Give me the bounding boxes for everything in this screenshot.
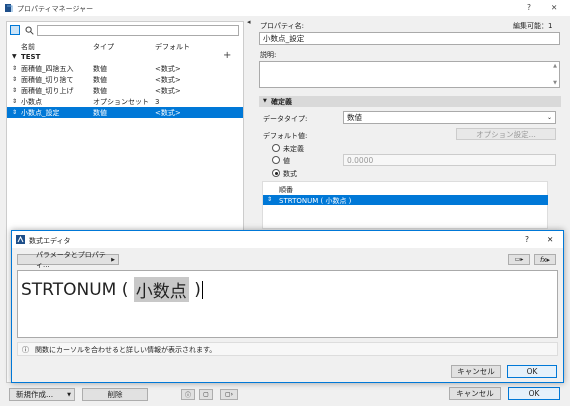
operator-button[interactable]: ▭▸ [508, 254, 530, 265]
app-icon [5, 4, 13, 12]
window-title: プロパティマネージャー [17, 5, 94, 13]
dialog-help-button[interactable]: ? [525, 235, 529, 244]
drag-handle-icon[interactable]: ⇕ [12, 98, 17, 105]
text-cursor [201, 280, 203, 299]
title-bar: プロパティマネージャー ? ✕ [0, 0, 570, 16]
help-button[interactable]: ? [527, 3, 531, 12]
right-scrollbar[interactable] [550, 181, 560, 229]
formula-editor-dialog: 数式エディタ ? ✕ パラメータとプロパティ... ▶ ▭▸ fx▸ STRTO… [11, 230, 564, 383]
new-button[interactable]: 新規作成... ▼ [9, 388, 75, 401]
radio-undefined[interactable] [272, 144, 280, 152]
radio-value-label: 値 [283, 157, 290, 165]
table-row[interactable]: ⇕ 小数点 オプションセット 3 [7, 96, 231, 107]
order-header: 順番 [279, 186, 293, 194]
add-icon[interactable]: + [223, 50, 231, 61]
formula-parameter-chip[interactable]: 小数点 [133, 277, 189, 302]
scroll-down-icon[interactable]: ▼ [553, 80, 557, 86]
info-icon: ⓘ [22, 346, 29, 354]
formula-text: STRTONUM ( 小数点 ) [21, 277, 203, 302]
column-type[interactable]: タイプ [93, 42, 114, 52]
description-field[interactable]: ▲ ▼ [259, 61, 560, 88]
formula-list: 順番 ⇕ STRTONUM ( 小数点 ) [262, 181, 548, 229]
scroll-up-icon[interactable]: ▲ [553, 63, 557, 69]
radio-value[interactable] [272, 156, 280, 164]
export-icon-button[interactable]: ▢› [220, 389, 238, 400]
search-input[interactable] [37, 25, 239, 36]
dialog-ok-button[interactable]: OK [507, 365, 557, 378]
main-ok-button[interactable]: OK [508, 387, 560, 400]
chevron-down-icon: ⌄ [546, 114, 552, 121]
option-settings-button[interactable]: オプション設定... [456, 128, 556, 140]
group-label: TEST [21, 53, 41, 61]
value-field[interactable]: 0.0000 [343, 154, 556, 166]
formula-icon [16, 235, 25, 244]
table-row-selected[interactable]: ⇕ 小数点_設定 数値 <数式> [7, 107, 243, 118]
column-name[interactable]: 名前 [21, 42, 35, 52]
params-properties-button[interactable]: パラメータとプロパティ... ▶ [17, 251, 119, 269]
property-name-label: プロパティ名: [260, 22, 304, 30]
description-label: 説明: [260, 51, 277, 59]
drag-handle-icon[interactable]: ⇕ [12, 109, 17, 116]
dialog-title-bar: 数式エディタ ? ✕ [12, 231, 563, 248]
radio-formula-label: 数式 [283, 170, 297, 178]
formula-input[interactable]: STRTONUM ( 小数点 ) [17, 270, 558, 338]
drag-handle-icon[interactable]: ⇕ [12, 76, 17, 83]
drag-handle-icon[interactable]: ⇕ [12, 65, 17, 72]
formula-row-selected[interactable]: ⇕ STRTONUM ( 小数点 ) [263, 195, 548, 205]
radio-formula[interactable] [272, 169, 280, 177]
radio-undefined-label: 未定義 [283, 145, 304, 153]
info-icon-button[interactable]: ⓘ [181, 389, 195, 400]
dropdown-arrow-icon[interactable]: ▼ [67, 392, 71, 398]
datatype-select[interactable]: 数値 ⌄ [343, 111, 556, 124]
formula-function: STRTONUM ( [21, 279, 134, 300]
delete-button[interactable]: 削除 [82, 388, 148, 401]
table-row[interactable]: ⇕ 面積値_四捨五入 数値 <数式> [7, 63, 231, 74]
property-name-field[interactable]: 小数点_設定 [259, 32, 560, 45]
search-icon [25, 26, 34, 35]
dialog-close-button[interactable]: ✕ [547, 235, 553, 244]
column-default[interactable]: デフォルト [155, 42, 190, 52]
group-row[interactable]: ▼ TEST + [7, 50, 243, 63]
chevron-right-icon: ▶ [111, 256, 115, 263]
formula-close: ) [188, 279, 201, 300]
view-toggle-icon[interactable] [10, 25, 20, 35]
collapse-panel-icon[interactable]: ◂ [247, 18, 251, 26]
table-row[interactable]: ⇕ 面積値_切り上げ 数値 <数式> [7, 85, 231, 96]
table-row[interactable]: ⇕ 面積値_切り捨て 数値 <数式> [7, 74, 231, 85]
collapse-icon[interactable]: ▼ [12, 53, 17, 60]
import-icon-button[interactable]: ▢ [199, 389, 213, 400]
info-bar: ⓘ 関数にカーソルを合わせると詳しい情報が表示されます。 [17, 342, 558, 356]
main-cancel-button[interactable]: キャンセル [449, 387, 501, 400]
datatype-label: データタイプ: [263, 115, 308, 123]
function-button[interactable]: fx▸ [534, 254, 556, 265]
drag-handle-icon[interactable]: ⇕ [267, 196, 272, 203]
default-value-label: デフォルト値: [263, 132, 308, 140]
dialog-title: 数式エディタ [29, 237, 71, 245]
collapse-icon[interactable]: ▼ [263, 98, 267, 104]
info-text: 関数にカーソルを合わせると詳しい情報が表示されます。 [35, 346, 217, 354]
close-button[interactable]: ✕ [551, 3, 557, 12]
definition-header[interactable]: ▼ 確定義 [259, 96, 561, 107]
dialog-cancel-button[interactable]: キャンセル [451, 365, 501, 378]
drag-handle-icon[interactable]: ⇕ [12, 87, 17, 94]
edit-status: 編集可能：1 [513, 22, 553, 30]
